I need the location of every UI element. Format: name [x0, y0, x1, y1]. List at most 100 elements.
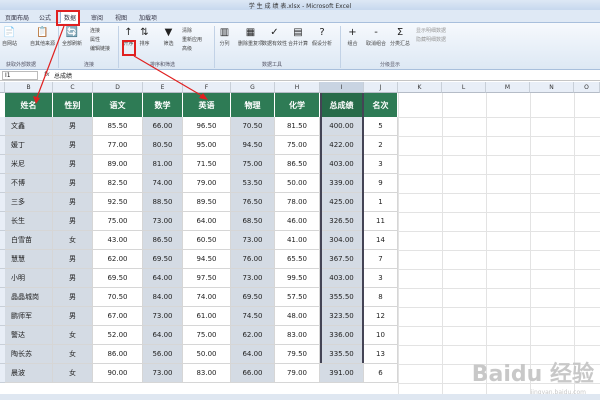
header-gender[interactable]: 性别 — [53, 93, 93, 117]
table-cell[interactable]: 女 — [53, 326, 93, 345]
table-cell[interactable]: 10 — [364, 326, 398, 345]
table-cell[interactable]: 9 — [364, 174, 398, 193]
table-cell[interactable]: 3 — [364, 155, 398, 174]
table-cell[interactable]: 64.00 — [183, 212, 231, 231]
table-cell[interactable]: 48.00 — [275, 307, 320, 326]
show-detail-button[interactable]: 显示明细数据 — [416, 27, 446, 34]
table-cell[interactable]: 52.00 — [93, 326, 143, 345]
table-cell[interactable]: 400.00 — [320, 117, 364, 136]
table-cell[interactable]: 68.50 — [231, 212, 275, 231]
table-cell[interactable]: 89.00 — [93, 155, 143, 174]
table-cell[interactable]: 97.50 — [183, 269, 231, 288]
table-cell[interactable]: 66.00 — [143, 117, 183, 136]
table-cell[interactable]: 2 — [364, 136, 398, 155]
table-cell[interactable]: 75.00 — [231, 155, 275, 174]
table-cell[interactable]: 69.50 — [93, 269, 143, 288]
table-cell[interactable]: 69.50 — [231, 288, 275, 307]
table-cell[interactable]: 媛丁 — [5, 136, 53, 155]
table-cell[interactable]: 73.00 — [231, 231, 275, 250]
filter-button[interactable]: ▼ 筛选 — [162, 26, 175, 47]
table-cell[interactable]: 73.00 — [143, 212, 183, 231]
table-cell[interactable]: 78.00 — [275, 193, 320, 212]
table-cell[interactable]: 62.00 — [93, 250, 143, 269]
column-header[interactable]: F — [183, 82, 231, 93]
table-cell[interactable]: 82.50 — [93, 174, 143, 193]
column-header[interactable]: E — [143, 82, 183, 93]
table-cell[interactable]: 355.50 — [320, 288, 364, 307]
group-button[interactable]: + 组合 — [346, 26, 359, 47]
table-cell[interactable]: 12 — [364, 307, 398, 326]
sort-button[interactable]: ⇅ 排序 — [138, 26, 151, 47]
table-cell[interactable]: 71.50 — [183, 155, 231, 174]
table-cell[interactable]: 男 — [53, 288, 93, 307]
table-cell[interactable]: 81.50 — [275, 117, 320, 136]
table-cell[interactable]: 79.50 — [275, 345, 320, 364]
table-cell[interactable]: 73.00 — [143, 364, 183, 383]
table-cell[interactable]: 65.50 — [275, 250, 320, 269]
table-cell[interactable]: 男 — [53, 117, 93, 136]
column-header[interactable]: L — [442, 82, 486, 93]
column-header[interactable]: N — [530, 82, 574, 93]
header-math[interactable]: 数学 — [143, 93, 183, 117]
table-cell[interactable]: 76.00 — [231, 250, 275, 269]
ungroup-button[interactable]: - 取消组合 — [366, 26, 386, 47]
consolidate-button[interactable]: ▤ 合并计算 — [288, 26, 308, 47]
column-header[interactable]: M — [486, 82, 530, 93]
table-cell[interactable]: 文鑫 — [5, 117, 53, 136]
table-cell[interactable]: 367.50 — [320, 250, 364, 269]
what-if-analysis-button[interactable]: ? 假设分析 — [312, 26, 332, 47]
table-cell[interactable]: 43.00 — [93, 231, 143, 250]
table-cell[interactable]: 89.50 — [183, 193, 231, 212]
table-cell[interactable]: 1 — [364, 193, 398, 212]
table-cell[interactable]: 67.00 — [93, 307, 143, 326]
table-cell[interactable]: 男 — [53, 212, 93, 231]
table-cell[interactable]: 7 — [364, 250, 398, 269]
table-cell[interactable]: 64.00 — [143, 326, 183, 345]
table-cell[interactable]: 86.50 — [143, 231, 183, 250]
header-chinese[interactable]: 语文 — [93, 93, 143, 117]
table-cell[interactable]: 326.50 — [320, 212, 364, 231]
table-cell[interactable]: 335.50 — [320, 345, 364, 364]
table-cell[interactable]: 90.00 — [93, 364, 143, 383]
table-cell[interactable]: 73.00 — [143, 307, 183, 326]
remove-duplicates-button[interactable]: ▦ 删除重复项 — [238, 26, 263, 47]
table-cell[interactable]: 5 — [364, 117, 398, 136]
tab-data[interactable]: 数据 — [60, 11, 81, 23]
table-cell[interactable]: 男 — [53, 193, 93, 212]
table-cell[interactable]: 女 — [53, 364, 93, 383]
text-to-columns-button[interactable]: ▥ 分列 — [218, 26, 231, 47]
tab-page-layout[interactable]: 页面布局 — [2, 12, 32, 23]
table-cell[interactable]: 小明 — [5, 269, 53, 288]
table-cell[interactable]: 6 — [364, 364, 398, 383]
table-cell[interactable]: 8 — [364, 288, 398, 307]
table-cell[interactable]: 79.00 — [183, 174, 231, 193]
table-cell[interactable]: 304.00 — [320, 231, 364, 250]
table-cell[interactable]: 50.00 — [183, 345, 231, 364]
column-header[interactable]: D — [93, 82, 143, 93]
table-cell[interactable]: 46.00 — [275, 212, 320, 231]
tab-review[interactable]: 审阅 — [88, 12, 106, 23]
edit-links-button[interactable]: 编辑链接 — [90, 45, 110, 52]
from-other-sources-button[interactable]: 📋 自其他来源 — [30, 26, 55, 47]
column-header[interactable]: O — [574, 82, 600, 93]
header-rank[interactable]: 名次 — [364, 93, 398, 117]
table-cell[interactable]: 女 — [53, 345, 93, 364]
table-cell[interactable]: 94.50 — [231, 136, 275, 155]
column-header[interactable]: B — [5, 82, 53, 93]
refresh-all-button[interactable]: 🔄 全部刷新 — [62, 26, 82, 47]
table-cell[interactable]: 336.00 — [320, 326, 364, 345]
table-cell[interactable]: 64.00 — [231, 345, 275, 364]
table-cell[interactable]: 425.00 — [320, 193, 364, 212]
column-header-selected[interactable]: I — [320, 82, 364, 93]
table-cell[interactable]: 94.50 — [183, 250, 231, 269]
tab-addins[interactable]: 加载项 — [136, 12, 160, 23]
table-cell[interactable]: 男 — [53, 136, 93, 155]
subtotal-button[interactable]: Σ 分类汇总 — [390, 26, 410, 47]
table-cell[interactable]: 403.00 — [320, 269, 364, 288]
table-cell[interactable]: 鹏师军 — [5, 307, 53, 326]
table-cell[interactable]: 96.50 — [183, 117, 231, 136]
table-cell[interactable]: 66.00 — [231, 364, 275, 383]
table-cell[interactable]: 米尼 — [5, 155, 53, 174]
table-cell[interactable]: 75.00 — [183, 326, 231, 345]
table-cell[interactable]: 76.50 — [231, 193, 275, 212]
